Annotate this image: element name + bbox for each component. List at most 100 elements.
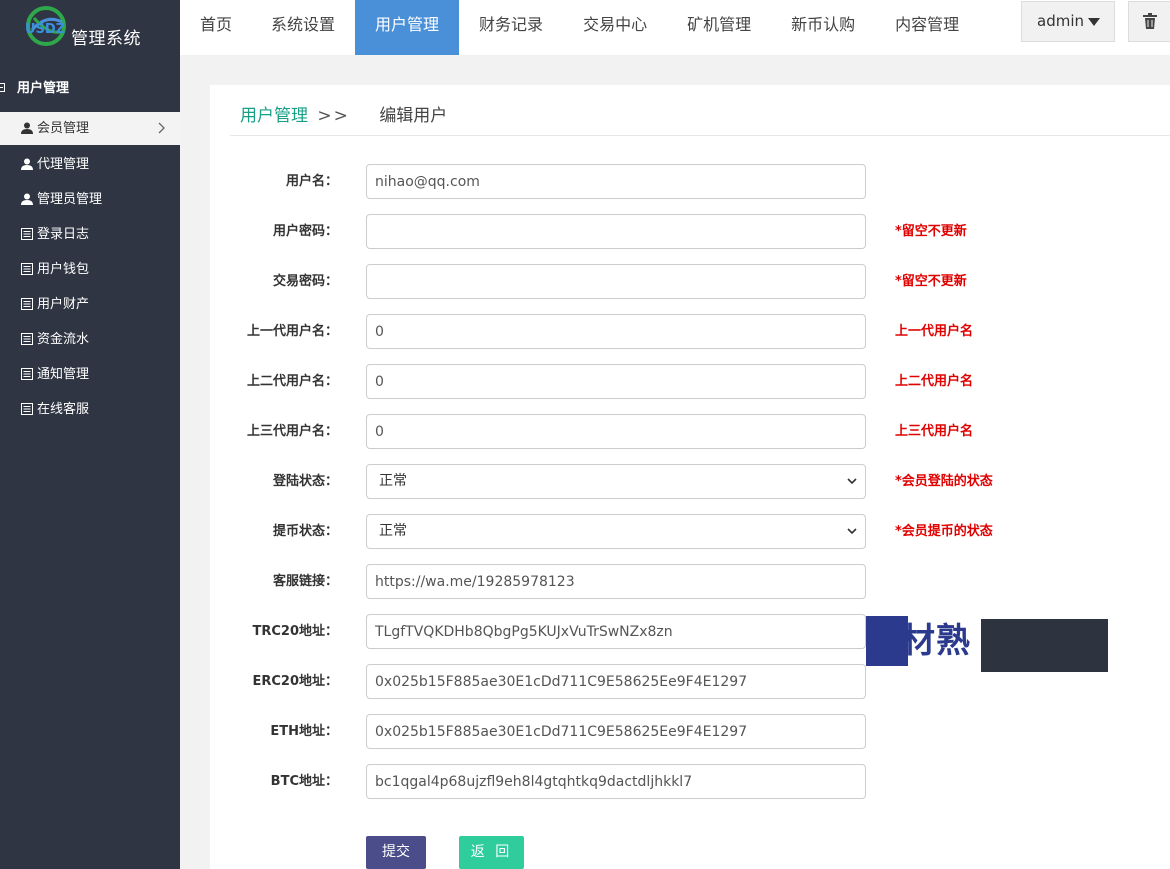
list-icon xyxy=(21,403,33,415)
nav-content-management[interactable]: 内容管理 xyxy=(875,0,979,55)
form-row-password: 用户密码： *留空不更新 xyxy=(210,214,1170,249)
trade-password-input[interactable] xyxy=(366,264,866,299)
breadcrumb-separator: >> xyxy=(317,106,350,126)
username-label: admin xyxy=(1037,12,1084,30)
sidebar-item-member-management[interactable]: 会员管理 xyxy=(0,112,180,145)
sidebar-item-fund-flow[interactable]: 资金流水 xyxy=(0,322,180,357)
sidebar-item-label: 用户财产 xyxy=(37,297,90,312)
caret-down-icon xyxy=(1088,18,1100,26)
sidebar-item-label: 通知管理 xyxy=(37,367,90,382)
parent-level-3-input[interactable] xyxy=(366,414,866,449)
list-icon xyxy=(21,368,33,380)
field-hint: *会员登陆的状态 xyxy=(895,474,993,489)
sidebar-item-agent-management[interactable]: 代理管理 xyxy=(0,147,180,182)
nav-miner-management[interactable]: 矿机管理 xyxy=(667,0,771,55)
form-row-withdraw-status: 提币状态： 正常 *会员提币的状态 xyxy=(210,514,1170,549)
sidebar-item-label: 在线客服 xyxy=(37,402,90,417)
parent-level-1-input[interactable] xyxy=(366,314,866,349)
nav-user-management[interactable]: 用户管理 xyxy=(355,0,460,55)
login-status-select[interactable]: 正常 xyxy=(366,464,866,499)
trc20-address-input[interactable] xyxy=(366,614,866,649)
support-link-input[interactable] xyxy=(366,564,866,599)
sidebar-item-label: 代理管理 xyxy=(37,157,90,172)
sidebar-item-user-assets[interactable]: 用户财产 xyxy=(0,287,180,322)
form-row-parent-1: 上一代用户名： 上一代用户名 xyxy=(210,314,1170,349)
app-title: 管理系统 xyxy=(71,29,141,49)
field-hint: *留空不更新 xyxy=(895,274,967,289)
clear-cache-button[interactable] xyxy=(1128,1,1170,42)
list-icon xyxy=(21,263,33,275)
field-label: 用户密码： xyxy=(272,224,338,239)
sidebar-section-header[interactable]: 用户管理 xyxy=(0,75,180,103)
logo-wordmark: USDZ xyxy=(25,22,65,37)
chevron-down-icon xyxy=(847,478,857,485)
sidebar-item-user-wallet[interactable]: 用户钱包 xyxy=(0,252,180,287)
nav-finance-records[interactable]: 财务记录 xyxy=(459,0,563,55)
form-row-btc: BTC地址： xyxy=(210,764,1170,799)
logo[interactable]: USDZ 管理系统 xyxy=(0,0,180,55)
btc-address-input[interactable] xyxy=(366,764,866,799)
form-row-support-link: 客服链接： xyxy=(210,564,1170,599)
username-input[interactable] xyxy=(366,164,866,199)
breadcrumb-parent-link[interactable]: 用户管理 xyxy=(240,106,308,126)
withdraw-status-select[interactable]: 正常 xyxy=(366,514,866,549)
sidebar-item-label: 会员管理 xyxy=(37,121,90,136)
sidebar-item-admin-management[interactable]: 管理员管理 xyxy=(0,182,180,217)
sidebar-item-label: 管理员管理 xyxy=(37,192,103,207)
list-icon xyxy=(21,333,33,345)
field-label: ERC20地址： xyxy=(252,674,338,689)
user-menu-button[interactable]: admin xyxy=(1021,1,1115,42)
nav-new-coin-subscription[interactable]: 新币认购 xyxy=(771,0,875,55)
sidebar-menu: 会员管理 代理管理 管理员管理 登录日志 用户钱包 用户财产 资金流水 通知管理… xyxy=(0,112,180,427)
nav-home[interactable]: 首页 xyxy=(180,0,251,55)
trash-icon xyxy=(1143,13,1157,29)
sidebar-item-notification-management[interactable]: 通知管理 xyxy=(0,357,180,392)
field-label: 提币状态： xyxy=(272,524,338,539)
select-value: 正常 xyxy=(379,523,407,539)
user-icon xyxy=(21,193,33,205)
form-row-parent-3: 上三代用户名： 上三代用户名 xyxy=(210,414,1170,449)
form-row-login-status: 登陆状态： 正常 *会员登陆的状态 xyxy=(210,464,1170,499)
password-input[interactable] xyxy=(366,214,866,249)
field-label: TRC20地址： xyxy=(252,624,338,639)
globe-logo-icon: USDZ xyxy=(25,6,66,46)
parent-level-2-input[interactable] xyxy=(366,364,866,399)
divider xyxy=(230,135,1170,136)
form-row-username: 用户名： xyxy=(210,164,1170,199)
select-value: 正常 xyxy=(379,473,407,489)
nav-system-settings[interactable]: 系统设置 xyxy=(251,0,355,55)
collapse-icon xyxy=(0,83,5,92)
main-panel: 用户管理 >> 编辑用户 用户名： 用户密码： *留空不更新 交易密码： *留空… xyxy=(210,85,1170,869)
sidebar-item-label: 用户钱包 xyxy=(37,262,90,277)
sidebar-item-online-support[interactable]: 在线客服 xyxy=(0,392,180,427)
back-button[interactable]: 返 回 xyxy=(459,836,524,869)
watermark-block xyxy=(981,619,1108,672)
field-label: 登陆状态： xyxy=(272,474,338,489)
field-label: 上二代用户名： xyxy=(246,374,338,389)
field-hint: *会员提币的状态 xyxy=(895,524,993,539)
chevron-down-icon xyxy=(847,528,857,535)
sidebar-item-label: 资金流水 xyxy=(37,332,90,347)
eth-address-input[interactable] xyxy=(366,714,866,749)
field-label: 用户名： xyxy=(285,174,338,189)
sidebar-item-login-log[interactable]: 登录日志 xyxy=(0,217,180,252)
submit-button[interactable]: 提交 xyxy=(366,836,426,869)
form-row-eth: ETH地址： xyxy=(210,714,1170,749)
field-hint: 上二代用户名 xyxy=(895,374,974,389)
erc20-address-input[interactable] xyxy=(366,664,866,699)
sidebar-section-label: 用户管理 xyxy=(17,81,70,96)
form-row-trade-password: 交易密码： *留空不更新 xyxy=(210,264,1170,299)
field-hint: 上三代用户名 xyxy=(895,424,974,439)
field-label: 客服链接： xyxy=(272,574,338,589)
field-hint: *留空不更新 xyxy=(895,224,967,239)
watermark-text: 素材熟 xyxy=(866,621,971,661)
field-label: 上一代用户名： xyxy=(246,324,338,339)
chevron-right-icon xyxy=(158,122,165,134)
breadcrumb: 用户管理 >> 编辑用户 xyxy=(240,101,447,126)
field-label: 交易密码： xyxy=(272,274,338,289)
field-hint: 上一代用户名 xyxy=(895,324,974,339)
user-icon xyxy=(21,158,33,170)
field-label: ETH地址： xyxy=(270,724,338,739)
nav-trading-center[interactable]: 交易中心 xyxy=(563,0,667,55)
sidebar: 用户管理 会员管理 代理管理 管理员管理 登录日志 用户钱包 用户财产 资金流水… xyxy=(0,55,180,869)
